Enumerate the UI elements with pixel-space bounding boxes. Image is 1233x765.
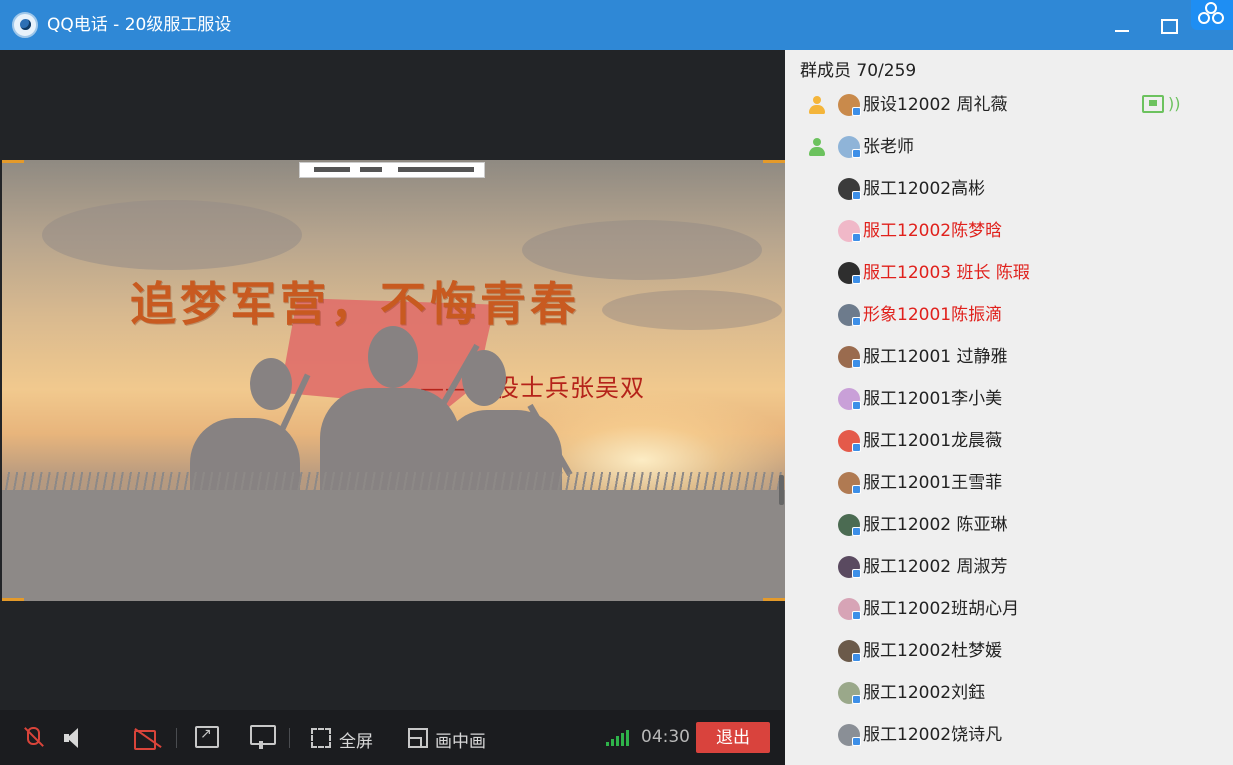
member-name: 服工12001龙晨薇 — [863, 431, 1003, 451]
member-name: 服工12002陈梦晗 — [863, 221, 1003, 241]
device-badge-icon — [852, 233, 861, 242]
fullscreen-button[interactable]: 全屏 — [339, 727, 373, 752]
member-row[interactable]: 服工12002杜梦媛 — [785, 632, 1233, 672]
member-name: 服工12002饶诗凡 — [863, 725, 1003, 745]
slide-title: 追梦军营，不悔青春 — [130, 277, 580, 331]
device-badge-icon — [852, 653, 861, 662]
member-name: 服工12002 陈亚琳 — [863, 515, 1008, 535]
grass-field — [2, 472, 785, 601]
panel-resize-handle[interactable] — [779, 475, 784, 505]
maximize-button[interactable] — [1157, 14, 1179, 36]
device-badge-icon — [852, 527, 861, 536]
member-row[interactable]: 服工12001王雪菲 — [785, 464, 1233, 504]
cloud-shape — [42, 200, 302, 270]
shared-screen-slide: 追梦军营，不悔青春 ——退役士兵张吴双 — [2, 160, 785, 601]
screen-sharing-icon — [1142, 95, 1164, 113]
member-row[interactable]: 服工12003 班长 陈瑕 — [785, 254, 1233, 294]
minimize-button[interactable] — [1111, 14, 1133, 36]
frame-corner — [763, 598, 785, 601]
member-name: 服工12001李小美 — [863, 389, 1003, 409]
device-badge-icon — [852, 107, 861, 116]
device-badge-icon — [852, 401, 861, 410]
camera-off-icon[interactable] — [134, 728, 162, 750]
speaking-icon: )) — [1168, 94, 1181, 113]
member-name: 服工12003 班长 陈瑕 — [863, 263, 1030, 283]
member-name: 服工12002刘鈺 — [863, 683, 986, 703]
member-row[interactable]: 服工12002高彬 — [785, 170, 1233, 210]
qq-logo-icon — [12, 12, 38, 38]
speaker-icon[interactable] — [64, 727, 80, 749]
member-row[interactable]: 服工12002班胡心月 — [785, 590, 1233, 630]
slide-top-strip — [299, 162, 485, 178]
member-name: 服工12002杜梦媛 — [863, 641, 1003, 661]
member-name: 服工12002班胡心月 — [863, 599, 1020, 619]
title-bar: QQ电话 - 20级服工服设 — [0, 0, 1233, 50]
exit-call-button[interactable]: 退出 — [696, 722, 770, 753]
member-row[interactable]: 服工12002饶诗凡 — [785, 716, 1233, 756]
member-row[interactable]: 服设12002 周礼薇)) — [785, 86, 1233, 126]
window-title: QQ电话 - 20级服工服设 — [47, 15, 232, 35]
device-badge-icon — [852, 191, 861, 200]
mic-off-icon[interactable] — [20, 726, 44, 750]
frame-corner — [2, 160, 24, 163]
device-badge-icon — [852, 149, 861, 158]
member-name: 服工12002 周淑芳 — [863, 557, 1008, 577]
frame-corner — [2, 598, 24, 601]
picture-in-picture-button[interactable]: 画中画 — [435, 727, 486, 752]
member-name: 张老师 — [863, 137, 914, 157]
cloud-app-icon[interactable] — [1191, 0, 1233, 30]
toolbar-divider — [176, 728, 177, 748]
device-badge-icon — [852, 275, 861, 284]
member-name: 服设12002 周礼薇 — [863, 95, 1008, 115]
member-count-header: 群成员 70/259 — [800, 61, 917, 81]
member-row[interactable]: 服工12001李小美 — [785, 380, 1233, 420]
presentation-icon[interactable] — [250, 725, 276, 749]
call-timer: 04:30 — [641, 727, 690, 747]
member-row[interactable]: 服工12002刘鈺 — [785, 674, 1233, 714]
device-badge-icon — [852, 569, 861, 578]
picture-in-picture-icon[interactable] — [408, 728, 428, 748]
cloud-shape — [602, 290, 782, 330]
member-row[interactable]: 服工12002陈梦晗 — [785, 212, 1233, 252]
call-toolbar: 全屏 画中画 04:30 退出 — [0, 710, 785, 765]
device-badge-icon — [852, 695, 861, 704]
member-row[interactable]: 服工12001 过静雅 — [785, 338, 1233, 378]
device-badge-icon — [852, 359, 861, 368]
member-row[interactable]: 服工12002 周淑芳 — [785, 548, 1233, 588]
signal-strength-icon — [606, 730, 634, 746]
device-badge-icon — [852, 611, 861, 620]
member-name: 服工12001王雪菲 — [863, 473, 1003, 493]
member-name: 服工12002高彬 — [863, 179, 986, 199]
frame-corner — [763, 160, 785, 163]
device-badge-icon — [852, 485, 861, 494]
qq-call-window: QQ电话 - 20级服工服设 追梦军营，不悔青春 ——退役士兵张吴双 ↗ 全屏 … — [0, 0, 1233, 765]
video-area: 追梦军营，不悔青春 ——退役士兵张吴双 — [0, 50, 785, 710]
device-badge-icon — [852, 443, 861, 452]
admin-icon — [807, 137, 827, 157]
toolbar-divider — [289, 728, 290, 748]
member-row[interactable]: 形象12001陈振滴 — [785, 296, 1233, 336]
device-badge-icon — [852, 317, 861, 326]
fullscreen-icon[interactable] — [311, 728, 331, 748]
member-list-panel: 群成员 70/259 服设12002 周礼薇)) 张老师 服工12002高彬 服工12… — [785, 50, 1233, 765]
device-badge-icon — [852, 737, 861, 746]
member-row[interactable]: 服工12001龙晨薇 — [785, 422, 1233, 462]
member-name: 服工12001 过静雅 — [863, 347, 1008, 367]
member-row[interactable]: 张老师 — [785, 128, 1233, 168]
owner-icon — [807, 95, 827, 115]
share-screen-icon[interactable] — [195, 726, 219, 748]
member-name: 形象12001陈振滴 — [863, 305, 1003, 325]
member-row[interactable]: 服工12002 陈亚琳 — [785, 506, 1233, 546]
soldier-head — [368, 326, 418, 388]
soldier-head — [250, 358, 292, 410]
